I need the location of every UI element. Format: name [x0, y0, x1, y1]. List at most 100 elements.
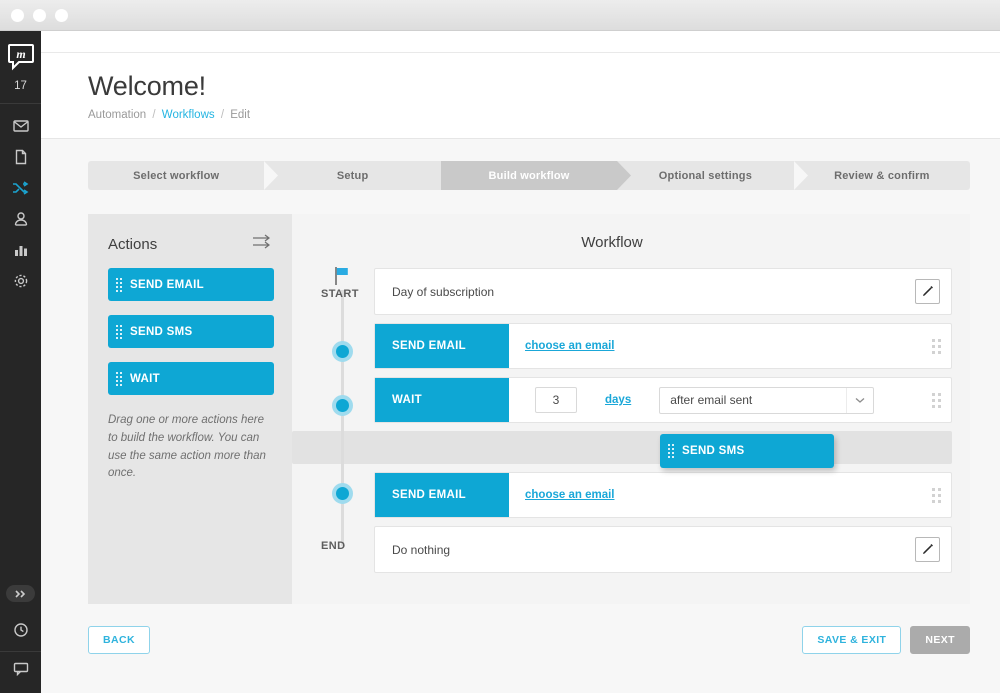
- workflow-row-trigger[interactable]: Day of subscription: [374, 268, 952, 315]
- shuffle-icon[interactable]: [0, 172, 41, 203]
- step-label: Review & confirm: [834, 170, 930, 182]
- svg-text:m: m: [16, 47, 25, 61]
- step-label: Optional settings: [659, 170, 752, 182]
- step-optional-settings[interactable]: Optional settings: [617, 161, 793, 190]
- timeline-line: [341, 290, 344, 546]
- choose-email-link[interactable]: choose an email: [525, 489, 614, 501]
- wizard-footer: BACK SAVE & EXIT NEXT: [88, 626, 970, 654]
- page-header: Welcome! Automation / Workflows / Edit: [41, 53, 1000, 139]
- row-content: days after email sent: [509, 378, 921, 422]
- workflow-builder: Actions SEND EMAIL SEND SMS: [88, 214, 970, 604]
- page-container: Welcome! Automation / Workflows / Edit S…: [41, 31, 1000, 693]
- dragging-chip-label: SEND SMS: [682, 445, 744, 457]
- double-arrow-right-icon: [252, 234, 274, 254]
- workflow-row-end[interactable]: Do nothing: [374, 526, 952, 573]
- action-chip-send-email[interactable]: SEND EMAIL: [108, 268, 274, 301]
- actions-panel-title: Actions: [108, 236, 157, 253]
- window-titlebar: [0, 0, 1000, 31]
- back-button[interactable]: BACK: [88, 626, 150, 654]
- workflow-row-send-email-2[interactable]: SEND EMAIL choose an email: [374, 472, 952, 518]
- wait-amount-input[interactable]: [535, 387, 577, 413]
- chat-icon[interactable]: [0, 652, 41, 683]
- window-maximize-dot[interactable]: [55, 9, 68, 22]
- end-label: END: [321, 540, 345, 552]
- step-arrow-icon: [264, 161, 278, 190]
- row-drag-handle-icon[interactable]: [921, 378, 951, 422]
- step-review-confirm[interactable]: Review & confirm: [794, 161, 970, 190]
- step-arrow-icon: [617, 161, 631, 190]
- envelope-icon[interactable]: [0, 110, 41, 141]
- wizard-steps: Select workflow Setup Build workflow Opt…: [88, 161, 970, 190]
- wait-condition-value: after email sent: [660, 393, 752, 407]
- step-label: Build workflow: [489, 170, 570, 182]
- step-arrow-icon: [794, 161, 808, 190]
- pencil-icon[interactable]: [915, 537, 940, 562]
- bar-chart-icon[interactable]: [0, 234, 41, 265]
- workflow-dropzone[interactable]: [292, 431, 952, 464]
- step-arrow-icon: [441, 161, 455, 190]
- drag-handle-icon[interactable]: [108, 278, 130, 292]
- app-window: m 17: [0, 0, 1000, 693]
- end-text: Do nothing: [375, 527, 915, 572]
- step-label: Select workflow: [133, 170, 219, 182]
- breadcrumb: Automation / Workflows / Edit: [88, 109, 1000, 121]
- row-action-tag: WAIT: [375, 378, 509, 422]
- wait-condition-select[interactable]: after email sent: [659, 387, 874, 414]
- window-close-dot[interactable]: [11, 9, 24, 22]
- step-label: Setup: [337, 170, 369, 182]
- pencil-icon[interactable]: [915, 279, 940, 304]
- dragging-action-chip-send-sms[interactable]: SEND SMS: [660, 434, 834, 468]
- window-controls: [11, 9, 68, 22]
- row-action-tag: SEND EMAIL: [375, 473, 509, 517]
- step-setup[interactable]: Setup: [264, 161, 440, 190]
- row-content: choose an email: [509, 473, 921, 517]
- rail-icon-list: [0, 104, 41, 296]
- actions-panel-header: Actions: [108, 234, 274, 254]
- timeline-node: [332, 341, 353, 362]
- row-content: choose an email: [509, 324, 921, 368]
- action-chip-wait[interactable]: WAIT: [108, 362, 274, 395]
- breadcrumb-separator: /: [152, 109, 155, 121]
- clock-icon[interactable]: [0, 614, 41, 645]
- gear-icon[interactable]: [0, 265, 41, 296]
- step-build-workflow[interactable]: Build workflow: [441, 161, 617, 190]
- drag-handle-icon[interactable]: [108, 325, 130, 339]
- breadcrumb-item-workflows[interactable]: Workflows: [162, 109, 215, 121]
- window-minimize-dot[interactable]: [33, 9, 46, 22]
- wait-unit-link[interactable]: days: [605, 394, 631, 406]
- sidebar-rail: m 17: [0, 31, 41, 693]
- breadcrumb-separator: /: [221, 109, 224, 121]
- row-drag-handle-icon[interactable]: [921, 324, 951, 368]
- actions-panel-hint: Drag one or more actions here to build t…: [108, 412, 274, 483]
- action-chip-label: SEND EMAIL: [130, 279, 204, 291]
- workflow-canvas: Workflow START END Day of subscription: [292, 214, 970, 604]
- actions-panel: Actions SEND EMAIL SEND SMS: [88, 214, 292, 604]
- document-icon[interactable]: [0, 141, 41, 172]
- page-title: Welcome!: [88, 71, 1000, 102]
- workflow-row-send-email-1[interactable]: SEND EMAIL choose an email: [374, 323, 952, 369]
- timeline-node: [332, 395, 353, 416]
- breadcrumb-item-automation[interactable]: Automation: [88, 109, 146, 121]
- chat-bubble-logo-icon[interactable]: m: [7, 43, 35, 71]
- app-topbar: [41, 31, 1000, 53]
- workflow-row-wait[interactable]: WAIT days after email sent: [374, 377, 952, 423]
- timeline-node: [332, 483, 353, 504]
- step-select-workflow[interactable]: Select workflow: [88, 161, 264, 190]
- action-chip-send-sms[interactable]: SEND SMS: [108, 315, 274, 348]
- action-chip-label: SEND SMS: [130, 326, 192, 338]
- breadcrumb-item-edit: Edit: [230, 109, 250, 121]
- workflow-canvas-title: Workflow: [272, 234, 952, 251]
- save-and-exit-button[interactable]: SAVE & EXIT: [802, 626, 901, 654]
- chevron-down-icon[interactable]: [846, 388, 873, 413]
- user-icon[interactable]: [0, 203, 41, 234]
- row-drag-handle-icon[interactable]: [921, 473, 951, 517]
- next-button[interactable]: NEXT: [910, 626, 970, 654]
- double-chevron-right-icon[interactable]: [6, 585, 35, 602]
- drag-handle-icon[interactable]: [108, 372, 130, 386]
- start-label: START: [321, 288, 359, 300]
- choose-email-link[interactable]: choose an email: [525, 340, 614, 352]
- rail-notification-count[interactable]: 17: [0, 71, 41, 104]
- trigger-text: Day of subscription: [375, 269, 915, 314]
- drag-handle-icon[interactable]: [660, 444, 682, 458]
- workflow-flow: START END Day of subscription SEND: [292, 268, 952, 573]
